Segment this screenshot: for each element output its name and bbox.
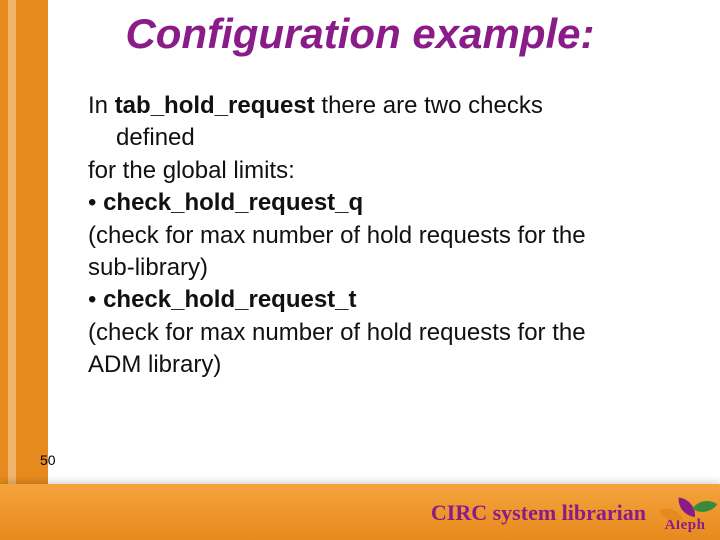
body-line-1-cont: defined	[116, 122, 668, 154]
keyword-tab-hold-request: tab_hold_request	[115, 92, 315, 119]
logo-mark-icon	[663, 499, 707, 519]
explain-2a: (check for max number of hold requests f…	[88, 317, 668, 349]
bullet-1: • check_hold_request_q	[88, 187, 668, 219]
keyword-check-hold-request-q: check_hold_request_q	[103, 189, 363, 216]
keyword-check-hold-request-t: check_hold_request_t	[103, 286, 356, 313]
explain-1a: (check for max number of hold requests f…	[88, 220, 668, 252]
bullet-glyph: •	[88, 286, 103, 313]
body-line-1: In tab_hold_request there are two checks	[88, 90, 668, 122]
text-fragment: there are two checks	[315, 92, 543, 119]
aleph-logo: Aleph	[654, 488, 716, 534]
page-number: 50	[40, 452, 56, 468]
body-line-2: for the global limits:	[88, 155, 668, 187]
slide-body: In tab_hold_request there are two checks…	[88, 90, 668, 382]
explain-1b: sub-library)	[88, 252, 668, 284]
bullet-2: • check_hold_request_t	[88, 284, 668, 316]
slide-title: Configuration example:	[0, 10, 720, 58]
text-fragment: In	[88, 92, 115, 119]
bullet-glyph: •	[88, 189, 103, 216]
footer-text: CIRC system librarian	[431, 500, 646, 526]
explain-2b: ADM library)	[88, 349, 668, 381]
